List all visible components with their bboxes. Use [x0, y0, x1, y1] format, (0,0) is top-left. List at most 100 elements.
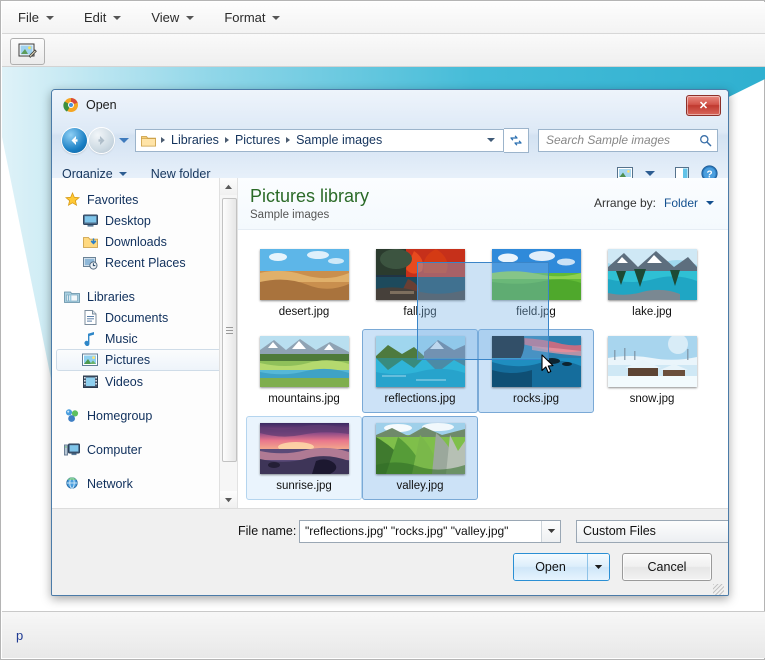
refresh-button[interactable] — [504, 128, 529, 153]
back-arrow-icon — [68, 134, 81, 147]
file-name-field: field.jpg — [516, 306, 556, 319]
navigation-scrollbar[interactable] — [219, 178, 237, 508]
sidebar-spacer — [52, 426, 237, 439]
thumbnail-wrapper — [376, 417, 465, 477]
cancel-button[interactable]: Cancel — [622, 553, 712, 581]
library-subtitle: Sample images — [250, 209, 728, 221]
file-tile-desert[interactable]: desert.jpg — [246, 242, 362, 326]
sidebar-item-homegroup[interactable]: Homegroup — [52, 405, 237, 426]
scroll-down-button[interactable] — [220, 491, 237, 508]
dialog-chrome: Open ✕ — [52, 90, 728, 179]
arrange-by-control[interactable]: Arrange by: Folder — [594, 196, 714, 210]
breadcrumb-dropdown-icon[interactable] — [487, 138, 495, 142]
menu-item-format-label: Format — [224, 10, 265, 25]
chevron-down-icon — [46, 16, 54, 20]
breadcrumb-separator — [161, 137, 165, 143]
scrollbar-thumb[interactable] — [222, 198, 237, 462]
menu-item-file[interactable]: File — [18, 10, 54, 25]
sidebar-group-favorites-label: Favorites — [87, 193, 138, 207]
sidebar-item-videos[interactable]: Videos — [52, 371, 237, 392]
sidebar-group-libraries[interactable]: Libraries — [52, 286, 237, 307]
file-tile-valley[interactable]: valley.jpg — [362, 416, 478, 500]
sidebar-item-documents[interactable]: Documents — [52, 307, 237, 328]
file-type-combo[interactable]: Custom Files — [576, 520, 729, 543]
file-name-row: File name: Custom Files — [52, 519, 728, 543]
file-tile-snow[interactable]: snow.jpg — [594, 329, 710, 413]
sidebar-group-libraries-label: Libraries — [87, 290, 135, 304]
sidebar-item-computer[interactable]: Computer — [52, 439, 237, 460]
pictures-icon — [82, 352, 98, 368]
navigation-list: Favorites Desktop Downloads — [52, 178, 237, 494]
breadcrumb-bar[interactable]: Libraries Pictures Sample images — [135, 129, 504, 152]
sidebar-item-computer-label: Computer — [87, 443, 142, 457]
search-box[interactable] — [538, 129, 718, 152]
sidebar-item-music-label: Music — [105, 332, 138, 346]
menu-item-edit[interactable]: Edit — [84, 10, 121, 25]
back-button[interactable] — [62, 128, 87, 153]
cancel-button-label: Cancel — [648, 560, 687, 574]
views-dropdown-icon[interactable] — [645, 171, 655, 176]
open-button-label[interactable]: Open — [514, 554, 587, 580]
close-button[interactable]: ✕ — [686, 95, 721, 116]
breadcrumb-item-libraries[interactable]: Libraries — [168, 133, 222, 147]
file-tile-reflections[interactable]: reflections.jpg — [362, 329, 478, 413]
file-tile-field[interactable]: field.jpg — [478, 242, 594, 326]
arrange-by-label: Arrange by: — [594, 196, 656, 210]
thumbnail-wrapper — [376, 243, 465, 303]
file-name-input[interactable] — [300, 524, 541, 538]
status-text: p — [16, 628, 23, 643]
file-tile-sunrise[interactable]: sunrise.jpg — [246, 416, 362, 500]
resize-grip[interactable] — [713, 584, 724, 595]
forward-button[interactable] — [89, 128, 114, 153]
arrange-by-value[interactable]: Folder — [664, 196, 698, 210]
open-split-dropdown[interactable] — [587, 554, 609, 580]
file-name-label: File name: — [238, 524, 296, 538]
file-list-pane[interactable]: Pictures library Sample images Arrange b… — [238, 178, 728, 508]
sidebar-item-desktop[interactable]: Desktop — [52, 210, 237, 231]
sidebar-item-pictures-label: Pictures — [105, 353, 150, 367]
chevron-down-icon — [594, 564, 603, 570]
status-bar: p — [2, 611, 765, 658]
history-dropdown-icon[interactable] — [119, 138, 129, 143]
open-button[interactable]: Open — [513, 553, 610, 581]
menu-item-view[interactable]: View — [151, 10, 194, 25]
file-name-reflections: reflections.jpg — [385, 393, 456, 406]
chevron-down-icon — [113, 16, 121, 20]
file-name-combo[interactable] — [299, 520, 561, 543]
thumbnail-lake — [608, 249, 697, 300]
folder-open-app-icon — [63, 97, 79, 113]
file-tile-fall[interactable]: fall.jpg — [362, 242, 478, 326]
recent-places-icon — [82, 255, 98, 271]
sidebar-item-music[interactable]: Music — [52, 328, 237, 349]
address-bar-row: Libraries Pictures Sample images — [52, 120, 728, 160]
search-icon — [699, 134, 712, 147]
thumbnail-wrapper — [260, 330, 349, 390]
chevron-down-icon — [224, 497, 233, 503]
chevron-down-icon — [186, 16, 194, 20]
sidebar-group-favorites[interactable]: Favorites — [52, 189, 237, 210]
file-name-dropdown-button[interactable] — [541, 521, 560, 542]
breadcrumb-item-sample-images[interactable]: Sample images — [293, 133, 385, 147]
homegroup-icon — [64, 408, 80, 424]
navigation-pane: Favorites Desktop Downloads — [52, 178, 238, 508]
file-tile-rocks[interactable]: rocks.jpg — [478, 329, 594, 413]
sidebar-item-downloads-label: Downloads — [105, 235, 167, 249]
sidebar-item-pictures[interactable]: Pictures — [56, 349, 231, 371]
dialog-title-bar[interactable]: Open ✕ — [52, 90, 728, 120]
file-tile-lake[interactable]: lake.jpg — [594, 242, 710, 326]
insert-image-button[interactable] — [10, 38, 45, 65]
breadcrumb-item-pictures[interactable]: Pictures — [232, 133, 283, 147]
sidebar-item-downloads[interactable]: Downloads — [52, 231, 237, 252]
sidebar-item-network[interactable]: Network — [52, 473, 237, 494]
file-name-mountains: mountains.jpg — [268, 393, 340, 406]
close-icon: ✕ — [699, 99, 708, 112]
sidebar-item-homegroup-label: Homegroup — [87, 409, 152, 423]
scroll-up-button[interactable] — [220, 178, 237, 195]
breadcrumb-separator — [286, 137, 290, 143]
search-input[interactable] — [544, 132, 699, 148]
menu-item-format[interactable]: Format — [224, 10, 280, 25]
sidebar-item-recent-places[interactable]: Recent Places — [52, 252, 237, 273]
forward-arrow-icon — [95, 134, 108, 147]
refresh-icon — [509, 134, 523, 147]
file-tile-mountains[interactable]: mountains.jpg — [246, 329, 362, 413]
